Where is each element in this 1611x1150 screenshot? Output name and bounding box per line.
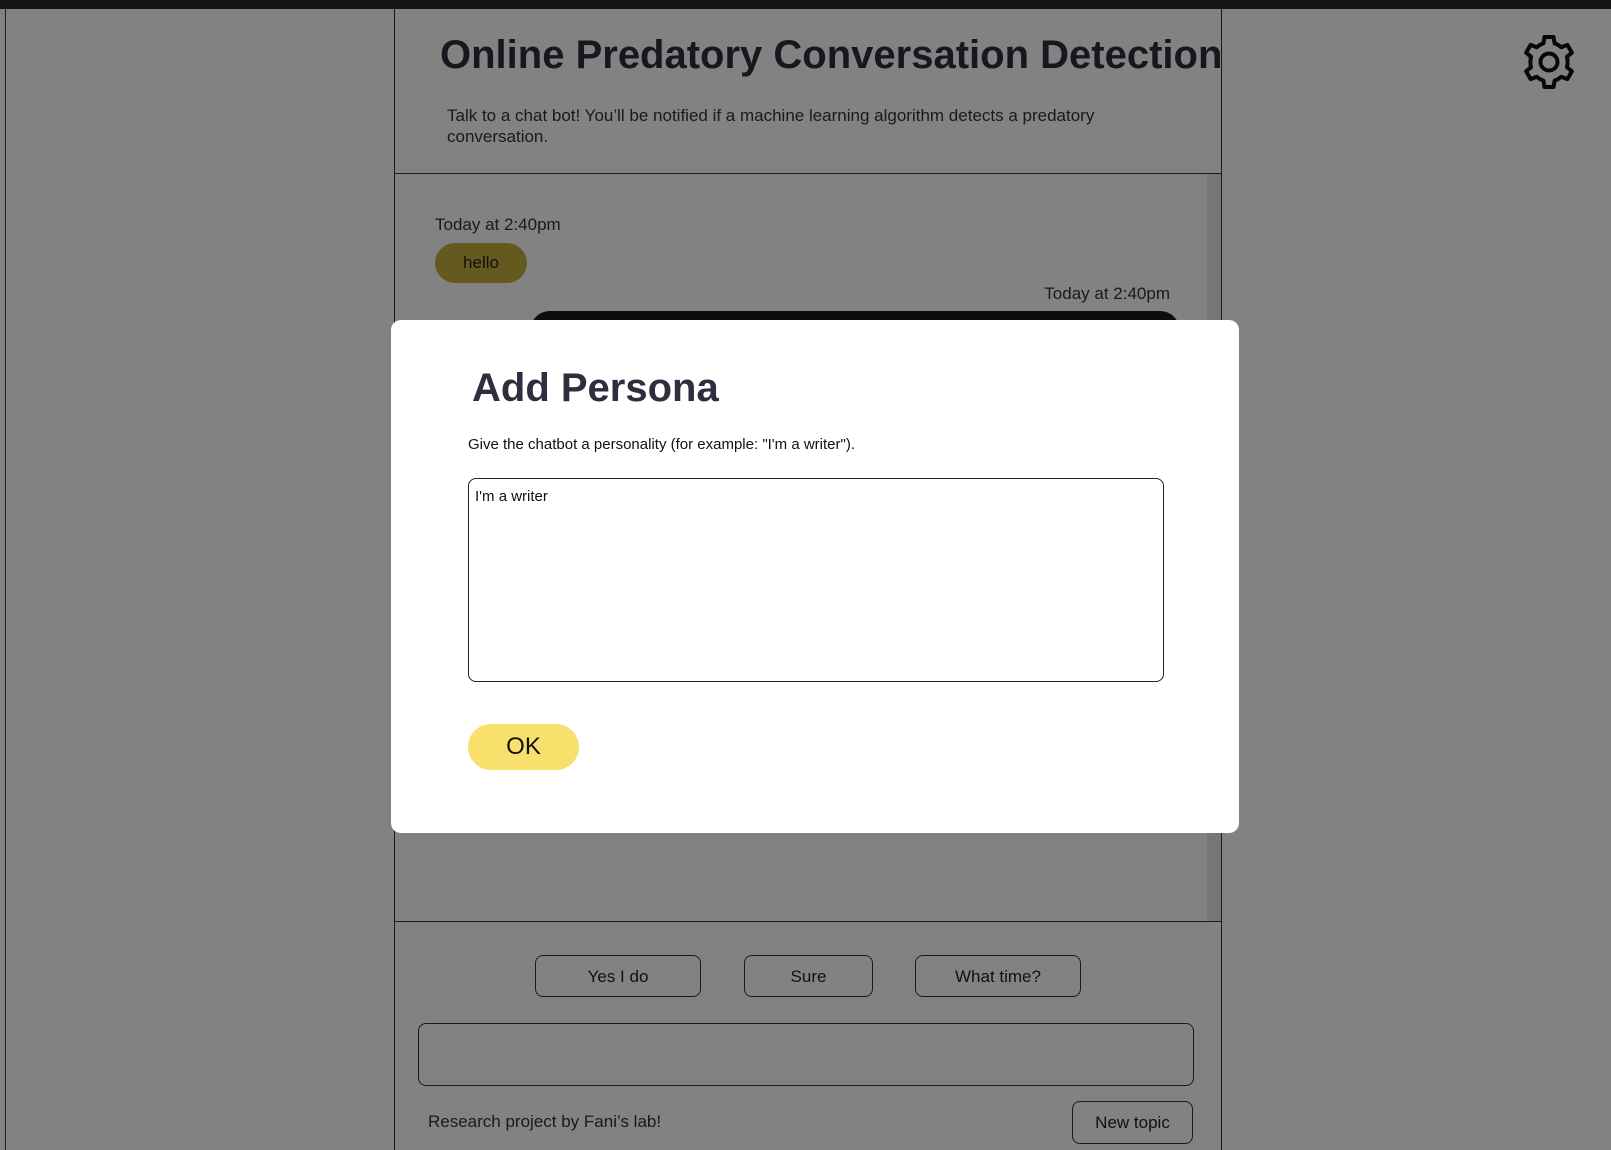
persona-textarea[interactable]: I'm a writer [468, 478, 1164, 682]
dialog-title: Add Persona [472, 366, 719, 410]
dialog-description: Give the chatbot a personality (for exam… [468, 436, 855, 453]
add-persona-dialog: Add Persona Give the chatbot a personali… [391, 320, 1239, 833]
ok-button[interactable]: OK [468, 724, 579, 770]
